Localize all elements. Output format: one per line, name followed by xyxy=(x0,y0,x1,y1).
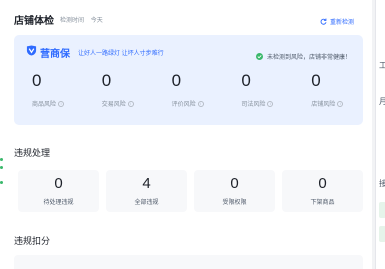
violation-card-delisted[interactable]: 0 下架商品 xyxy=(282,170,363,212)
check-time-value: 今天 xyxy=(90,17,103,24)
violation-label: 待处理违规 xyxy=(43,200,74,206)
risk-label: 评价风险 xyxy=(171,102,196,108)
info-icon[interactable]: i xyxy=(127,100,134,107)
page-title: 店铺体检 xyxy=(14,15,54,27)
risk-label: 店铺风险 xyxy=(311,102,336,108)
violation-label: 全部违规 xyxy=(134,200,159,206)
risk-item-trade[interactable]: 0 交易风险 i xyxy=(84,71,154,121)
violation-label: 下架商品 xyxy=(310,200,335,206)
status-dot xyxy=(0,166,3,169)
check-circle-icon xyxy=(255,47,263,65)
side-char: 接 xyxy=(379,179,385,188)
info-icon[interactable]: i xyxy=(197,100,204,107)
risk-label: 司法风险 xyxy=(241,102,266,108)
info-icon[interactable]: i xyxy=(267,100,274,107)
check-time: 检测时间 今天 xyxy=(60,15,103,24)
risk-value: 0 xyxy=(241,71,251,90)
risk-label-wrap: 商品风险 i xyxy=(32,99,65,108)
status-dot xyxy=(0,181,3,184)
risk-item-product[interactable]: 0 商品风险 i xyxy=(14,71,84,121)
info-icon[interactable]: i xyxy=(58,100,65,107)
risk-label-wrap: 交易风险 i xyxy=(102,99,134,108)
refresh-icon xyxy=(320,12,327,30)
side-card[interactable] xyxy=(379,202,385,218)
risk-value: 0 xyxy=(101,71,112,90)
risk-value: 0 xyxy=(171,71,182,90)
violation-count: 4 xyxy=(142,175,151,192)
health-status: 未检测到风险，店铺非常健康！ xyxy=(255,47,351,65)
side-char: 工 xyxy=(379,61,385,70)
risk-item-judicial[interactable]: 0 司法风险 i xyxy=(223,71,293,121)
health-card: 营商保 让好人一路绿灯 让坏人寸步难行 未检测到风险，店铺非常健康！ 0 商品风… xyxy=(14,35,363,125)
info-icon[interactable]: i xyxy=(337,100,344,107)
side-char: 月 xyxy=(379,97,385,106)
risk-item-review[interactable]: 0 评价风险 i xyxy=(154,71,224,121)
risk-label-wrap: 司法风险 i xyxy=(241,99,274,108)
recheck-label: 重新检测 xyxy=(329,19,354,26)
risk-grid: 0 商品风险 i 0 交易风险 i 0 评价风险 i 0 司法风险 i 0 店铺… xyxy=(14,71,363,121)
risk-label: 交易风险 xyxy=(101,102,126,108)
deduction-card xyxy=(14,255,363,269)
brand-logo-icon xyxy=(26,43,37,61)
violation-count: 0 xyxy=(230,175,239,192)
violation-card-restricted[interactable]: 0 受限权限 xyxy=(194,170,275,212)
check-time-label: 检测时间 xyxy=(60,17,85,24)
violation-count: 0 xyxy=(318,175,327,192)
violation-count: 0 xyxy=(54,175,63,192)
side-card[interactable] xyxy=(379,226,385,242)
violation-card-pending[interactable]: 0 待处理违规 xyxy=(18,170,99,212)
violation-grid: 0 待处理违规 4 全部违规 0 受限权限 0 下架商品 xyxy=(18,170,363,212)
violation-section-title: 违规处理 xyxy=(14,148,51,158)
risk-label-wrap: 店铺风险 i xyxy=(311,99,344,108)
brand: 营商保 让好人一路绿灯 让坏人寸步难行 xyxy=(26,43,164,61)
violation-label: 受限权限 xyxy=(222,200,247,206)
risk-item-shop[interactable]: 0 店铺风险 i xyxy=(293,71,363,121)
recheck-button[interactable]: 重新检测 xyxy=(320,12,354,30)
violation-card-all[interactable]: 4 全部违规 xyxy=(106,170,187,212)
deduction-section-title: 违规扣分 xyxy=(14,236,51,246)
risk-label-wrap: 评价风险 i xyxy=(172,99,204,108)
risk-label: 商品风险 xyxy=(32,102,57,108)
side-panel: 工 月 接 xyxy=(375,0,385,269)
checkup-header: 店铺体检 检测时间 今天 重新检测 xyxy=(14,11,358,27)
risk-value: 0 xyxy=(32,71,42,90)
health-status-text: 未检测到风险，店铺非常健康！ xyxy=(266,54,351,61)
brand-slogan: 让好人一路绿灯 让坏人寸步难行 xyxy=(78,50,164,57)
risk-value: 0 xyxy=(311,71,321,90)
brand-name: 营商保 xyxy=(40,48,70,60)
shop-checkup-panel: 店铺体检 检测时间 今天 重新检测 营商保 让好人一路绿灯 让坏人寸步难行 未检… xyxy=(0,0,372,269)
status-dot xyxy=(0,158,3,161)
